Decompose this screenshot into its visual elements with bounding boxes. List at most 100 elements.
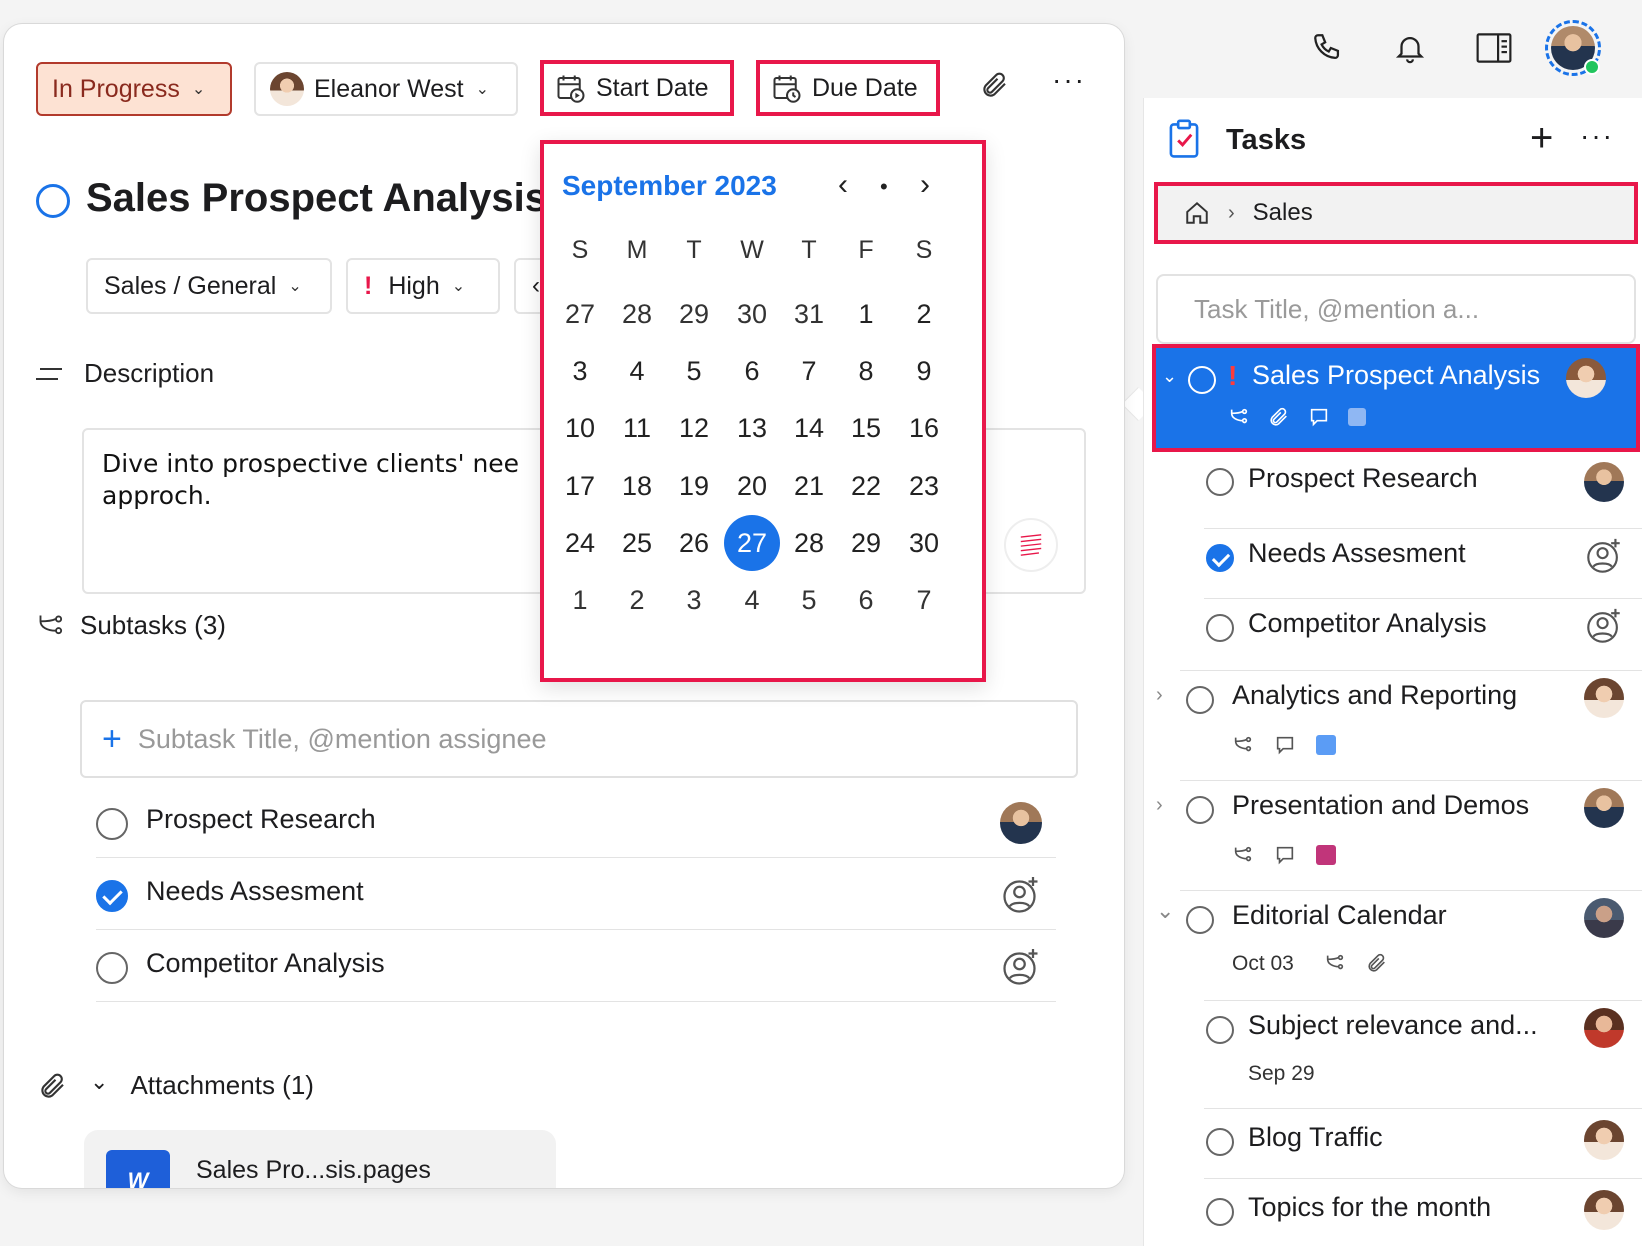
add-assignee-icon[interactable]	[1584, 536, 1624, 576]
task-checkbox[interactable]	[1186, 906, 1214, 934]
calendar-day[interactable]: 1	[838, 286, 894, 342]
next-month-button[interactable]: ›	[920, 168, 930, 202]
add-task-button[interactable]: +	[1530, 116, 1553, 160]
calendar-day[interactable]: 5	[781, 572, 837, 628]
calendar-day[interactable]: 30	[896, 515, 952, 571]
task-item[interactable]: Topics for the month	[1144, 1180, 1642, 1246]
calendar-day[interactable]: 28	[781, 515, 837, 571]
due-date-button[interactable]: Due Date	[756, 60, 940, 116]
subtask-checkbox-checked[interactable]	[96, 880, 128, 912]
task-checkbox[interactable]	[1206, 1016, 1234, 1044]
calendar-day[interactable]: 7	[781, 343, 837, 399]
task-item[interactable]: › Analytics and Reporting	[1144, 672, 1642, 778]
calendar-day[interactable]: 15	[838, 400, 894, 456]
paperclip-icon[interactable]	[980, 70, 1010, 100]
note-lines-icon[interactable]	[1004, 518, 1058, 572]
task-checkbox[interactable]	[1206, 1198, 1234, 1226]
task-item[interactable]: Prospect Research	[1144, 458, 1642, 520]
calendar-day[interactable]: 24	[552, 515, 608, 571]
task-checkbox[interactable]	[1206, 614, 1234, 642]
subtask-title-input[interactable]: + Subtask Title, @mention assignee	[80, 700, 1078, 778]
chevron-down-icon[interactable]: ⌄	[1162, 366, 1177, 387]
calendar-day[interactable]: 3	[552, 343, 608, 399]
task-title-input[interactable]: Task Title, @mention a...	[1156, 274, 1636, 344]
subtask-checkbox[interactable]	[96, 952, 128, 984]
priority-dropdown[interactable]: ! High ⌄	[346, 258, 500, 314]
chevron-right-icon[interactable]: ›	[1156, 684, 1163, 707]
add-assignee-icon[interactable]	[1584, 606, 1624, 646]
task-item-selected[interactable]: ⌄ ! Sales Prospect Analysis	[1152, 344, 1640, 452]
task-checkbox[interactable]	[1188, 366, 1216, 394]
calendar-day[interactable]: 17	[552, 458, 608, 514]
page-title[interactable]: Sales Prospect Analysis	[86, 176, 547, 221]
task-complete-checkbox[interactable]	[36, 184, 70, 218]
calendar-day[interactable]: 6	[724, 343, 780, 399]
calendar-day-selected[interactable]: 27	[724, 515, 780, 571]
calendar-day[interactable]: 23	[896, 458, 952, 514]
calendar-day[interactable]: 12	[666, 400, 722, 456]
calendar-day[interactable]: 27	[552, 286, 608, 342]
phone-icon[interactable]	[1304, 24, 1352, 72]
calendar-day[interactable]: 13	[724, 400, 780, 456]
task-checkbox[interactable]	[1206, 1128, 1234, 1156]
status-dropdown[interactable]: In Progress ⌄	[36, 62, 232, 116]
add-assignee-icon[interactable]	[1000, 874, 1042, 916]
add-assignee-icon[interactable]	[1000, 946, 1042, 988]
calendar-day[interactable]: 7	[896, 572, 952, 628]
calendar-day[interactable]: 31	[781, 286, 837, 342]
today-button[interactable]: •	[880, 174, 888, 200]
calendar-day[interactable]: 21	[781, 458, 837, 514]
task-checkbox[interactable]	[1186, 796, 1214, 824]
panel-more-button[interactable]: ···	[1580, 120, 1614, 152]
calendar-day[interactable]: 2	[609, 572, 665, 628]
calendar-day[interactable]: 20	[724, 458, 780, 514]
chevron-down-icon[interactable]: ⌄	[1156, 898, 1174, 924]
chevron-right-icon[interactable]: ›	[1156, 794, 1163, 817]
calendar-day[interactable]: 6	[838, 572, 894, 628]
attachment-file[interactable]: W Sales Pro...sis.pages	[84, 1130, 556, 1188]
calendar-day[interactable]: 18	[609, 458, 665, 514]
calendar-day[interactable]: 29	[838, 515, 894, 571]
task-item[interactable]: Competitor Analysis	[1144, 600, 1642, 662]
task-item[interactable]: Subject relevance and... Sep 29	[1144, 1002, 1642, 1106]
calendar-day[interactable]: 30	[724, 286, 780, 342]
task-checkbox[interactable]	[1186, 686, 1214, 714]
sidebar-toggle-icon[interactable]	[1470, 24, 1518, 72]
calendar-day[interactable]: 1	[552, 572, 608, 628]
calendar-day[interactable]: 11	[609, 400, 665, 456]
task-checkbox-checked[interactable]	[1206, 544, 1234, 572]
calendar-day[interactable]: 9	[896, 343, 952, 399]
calendar-day[interactable]: 29	[666, 286, 722, 342]
attachments-header[interactable]: ⌄ Attachments (1)	[38, 1069, 314, 1101]
calendar-day[interactable]: 4	[609, 343, 665, 399]
calendar-day[interactable]: 25	[609, 515, 665, 571]
calendar-day[interactable]: 3	[666, 572, 722, 628]
calendar-day[interactable]: 4	[724, 572, 780, 628]
calendar-day[interactable]: 5	[666, 343, 722, 399]
prev-month-button[interactable]: ‹	[838, 168, 848, 202]
project-dropdown[interactable]: Sales / General ⌄	[86, 258, 332, 314]
task-item[interactable]: Blog Traffic	[1144, 1110, 1642, 1176]
task-item[interactable]: › Presentation and Demos	[1144, 782, 1642, 888]
calendar-day[interactable]: 16	[896, 400, 952, 456]
task-item[interactable]: Needs Assesment	[1144, 530, 1642, 592]
subtask-row[interactable]: Prospect Research	[96, 788, 1056, 858]
calendar-day[interactable]: 19	[666, 458, 722, 514]
task-item[interactable]: ⌄ Editorial Calendar Oct 03	[1144, 892, 1642, 998]
more-options-button[interactable]: ···	[1052, 64, 1086, 96]
chevron-down-icon[interactable]: ⌄	[90, 1069, 108, 1095]
breadcrumb-current[interactable]: Sales	[1253, 199, 1313, 227]
calendar-day[interactable]: 14	[781, 400, 837, 456]
subtask-checkbox[interactable]	[96, 808, 128, 840]
subtask-row[interactable]: Needs Assesment	[96, 860, 1056, 930]
subtask-row[interactable]: Competitor Analysis	[96, 932, 1056, 1002]
calendar-day[interactable]: 10	[552, 400, 608, 456]
task-checkbox[interactable]	[1206, 468, 1234, 496]
calendar-day[interactable]: 2	[896, 286, 952, 342]
calendar-day[interactable]: 8	[838, 343, 894, 399]
calendar-day[interactable]: 26	[666, 515, 722, 571]
calendar-day[interactable]: 22	[838, 458, 894, 514]
start-date-button[interactable]: Start Date	[540, 60, 734, 116]
user-avatar[interactable]	[1545, 20, 1601, 76]
home-icon[interactable]	[1184, 200, 1210, 226]
